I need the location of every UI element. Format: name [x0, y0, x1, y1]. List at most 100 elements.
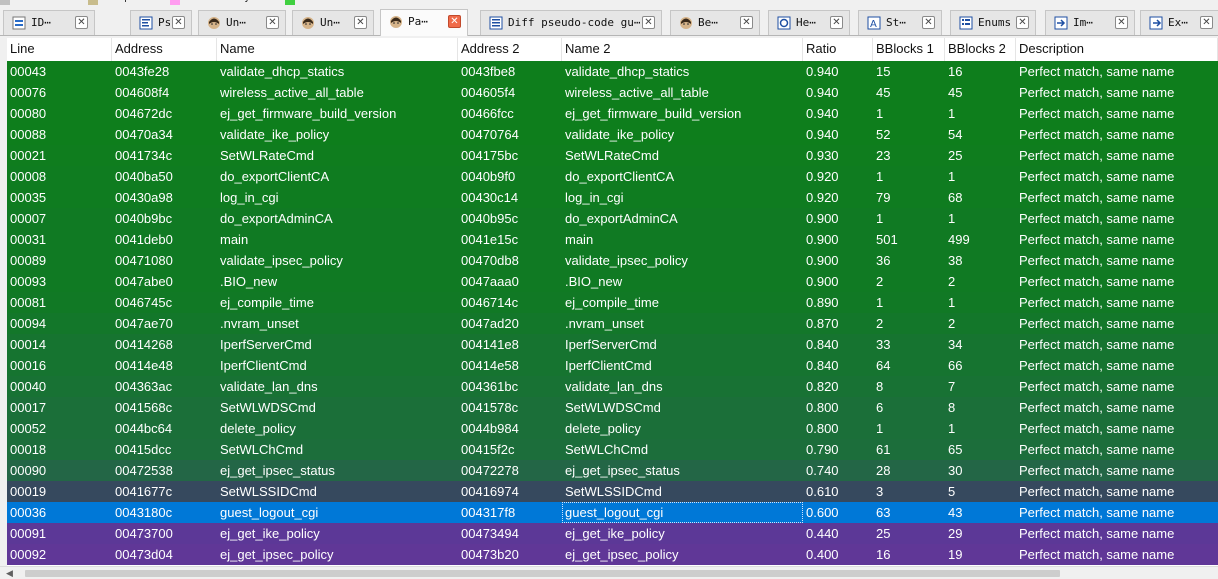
column-header-bblocks-1[interactable]: BBlocks 1	[873, 38, 945, 61]
cell-bblocks-2: 499	[948, 232, 970, 247]
cell-bblocks-2: 7	[948, 379, 956, 394]
cell-line: 00035	[10, 190, 47, 205]
close-icon[interactable]: ✕	[266, 16, 279, 29]
cell-name: validate_lan_dns	[220, 379, 318, 394]
cell-description: Perfect match, same name	[1019, 253, 1175, 268]
cell-name-2: SetWLRateCmd	[565, 148, 659, 163]
tab-4[interactable]: Un⋯ ✕	[292, 10, 374, 35]
cell-address: 00473d04	[115, 547, 173, 562]
close-icon[interactable]: ✕	[1200, 16, 1213, 29]
cell-bblocks-2: 16	[948, 64, 963, 79]
column-header-name[interactable]: Name	[217, 38, 458, 61]
close-icon[interactable]: ✕	[922, 16, 935, 29]
cell-ratio: 0.900	[806, 274, 839, 289]
table-row[interactable]: 00088 00470a34 validate_ike_policy 00470764…	[7, 124, 1218, 145]
tab-1[interactable]: ID⋯ ✕	[3, 10, 95, 35]
table-row[interactable]: 00018 00415dcc SetWLChCmd 00415f2c SetWLChCm…	[7, 439, 1218, 460]
close-icon[interactable]: ✕	[740, 16, 753, 29]
table-row[interactable]: 00093 0047abe0 .BIO_new 0047aaa0 .BIO_new 0.9…	[7, 271, 1218, 292]
table-row[interactable]: 00080 004672dc ej_get_firmware_build_versi…	[7, 103, 1218, 124]
tab-11[interactable]: Im⋯ ✕	[1045, 10, 1135, 35]
table-row[interactable]: 00076 004608f4 wireless_active_all_table 00…	[7, 82, 1218, 103]
cell-address: 0041568c	[115, 400, 173, 415]
table-row[interactable]: 00014 00414268 IperfServerCmd 004141e8 Iperf…	[7, 334, 1218, 355]
cell-bblocks-2: 2	[948, 274, 956, 289]
table-row[interactable]: 00091 00473700 ej_get_ike_policy 00473494 ej…	[7, 523, 1218, 544]
scrollbar-thumb[interactable]	[25, 570, 1060, 577]
cell-bblocks-2: 38	[948, 253, 963, 268]
table-row[interactable]: 00040 004363ac validate_lan_dns 004361bc val…	[7, 376, 1218, 397]
cell-address-2: 00466fcc	[461, 106, 514, 121]
table-row[interactable]: 00092 00473d04 ej_get_ipsec_policy 00473b20…	[7, 544, 1218, 565]
table-row[interactable]: 00089 00471080 validate_ipsec_policy 00470d…	[7, 250, 1218, 271]
column-header-description[interactable]: Description	[1016, 38, 1218, 61]
cell-address: 00430a98	[115, 190, 173, 205]
close-icon[interactable]: ✕	[172, 16, 185, 29]
table-row[interactable]: 00008 0040ba50 do_exportClientCA 0040b9f0 do…	[7, 166, 1218, 187]
tab-9[interactable]: A St⋯ ✕	[858, 10, 942, 35]
tab-10[interactable]: Enums ✕	[950, 10, 1036, 35]
cell-address-2: 0041e15c	[461, 232, 519, 247]
cell-name-2: ej_compile_time	[565, 295, 659, 310]
legend-label: External symbol	[184, 0, 274, 3]
table-row[interactable]: 00016 00414e48 IperfClientCmd 00414e58 Iperf…	[7, 355, 1218, 376]
cell-name-2: main	[565, 232, 594, 247]
column-header-line[interactable]: Line	[7, 38, 112, 61]
cell-bblocks-1: 2	[876, 316, 884, 331]
column-header-name-2[interactable]: Name 2	[562, 38, 803, 61]
column-header-bblocks-2[interactable]: BBlocks 2	[945, 38, 1016, 61]
close-icon[interactable]: ✕	[642, 16, 655, 29]
column-header-address-2[interactable]: Address 2	[458, 38, 562, 61]
tab-12[interactable]: Ex⋯ ✕	[1140, 10, 1218, 35]
tab-label: St⋯	[886, 16, 906, 29]
table-row[interactable]: 00035 00430a98 log_in_cgi 00430c14 log_in_cg…	[7, 187, 1218, 208]
table-row[interactable]: 00019 0041677c SetWLSSIDCmd 00416974 SetWLSS…	[7, 481, 1218, 502]
cell-description: Perfect match, same name	[1019, 463, 1175, 478]
cell-address-2: 004175bc	[461, 148, 519, 163]
cell-bblocks-2: 54	[948, 127, 963, 142]
cell-name: SetWLSSIDCmd	[220, 484, 317, 499]
column-header-address[interactable]: Address	[112, 38, 217, 61]
horizontal-scrollbar[interactable]: ◀	[0, 566, 1218, 578]
tab-7[interactable]: Be⋯ ✕	[670, 10, 760, 35]
table-row[interactable]: 00052 0044bc64 delete_policy 0044b984 delete…	[7, 418, 1218, 439]
table-row[interactable]: 00081 0046745c ej_compile_time 0046714c ej_c…	[7, 292, 1218, 313]
tab-6[interactable]: Diff pseudo-code gu⋯ ✕	[480, 10, 662, 35]
close-icon[interactable]: ✕	[830, 16, 843, 29]
tab-2[interactable]: Ps⋯✕	[130, 10, 192, 35]
table-row[interactable]: 00094 0047ae70 .nvram_unset 0047ad20 .nvram_…	[7, 313, 1218, 334]
close-icon[interactable]: ✕	[448, 15, 461, 28]
cell-ratio: 0.940	[806, 106, 839, 121]
cell-name-2: ej_get_ipsec_policy	[565, 547, 679, 562]
close-icon[interactable]: ✕	[1016, 16, 1029, 29]
tab-5[interactable]: Pa⋯ ✕	[380, 9, 468, 36]
scroll-left-arrow-icon[interactable]: ◀	[6, 568, 13, 579]
column-header-ratio[interactable]: Ratio	[803, 38, 873, 61]
close-icon[interactable]: ✕	[354, 16, 367, 29]
cell-bblocks-2: 65	[948, 442, 963, 457]
close-icon[interactable]: ✕	[75, 16, 88, 29]
cell-name: main	[220, 232, 249, 247]
cell-name: SetWLChCmd	[220, 442, 304, 457]
selected-table-row[interactable]: 00036 0043180c guest_logout_cgi 004317f8 gue…	[7, 502, 1218, 523]
close-icon[interactable]: ✕	[1115, 16, 1128, 29]
cell-ratio: 0.800	[806, 400, 839, 415]
tab-label: Un⋯	[226, 16, 246, 29]
cell-bblocks-2: 30	[948, 463, 963, 478]
table-row[interactable]: 00043 0043fe28 validate_dhcp_statics 0043fb…	[7, 61, 1218, 82]
table-row[interactable]: 00031 0041deb0 main 0041e15c main 0.900 501 499…	[7, 229, 1218, 250]
tab-3[interactable]: Un⋯ ✕	[198, 10, 286, 35]
cell-address: 0046745c	[115, 295, 173, 310]
table-row[interactable]: 00007 0040b9bc do_exportAdminCA 0040b95c do_…	[7, 208, 1218, 229]
cell-bblocks-2: 1	[948, 211, 956, 226]
partial-matches-table[interactable]: Line Address Name Address 2 Name 2 Ratio BBloc…	[7, 38, 1218, 566]
table-row[interactable]: 00021 0041734c SetWLRateCmd 004175bc SetWLRa…	[7, 145, 1218, 166]
cell-name-2: .BIO_new	[565, 274, 623, 289]
cell-address-2: 0040b95c	[461, 211, 519, 226]
cell-line: 00019	[10, 484, 47, 499]
table-row[interactable]: 00090 00472538 ej_get_ipsec_status 00472278…	[7, 460, 1218, 481]
table-row[interactable]: 00017 0041568c SetWLWDSCmd 0041578c SetWLWDS…	[7, 397, 1218, 418]
cell-ratio: 0.900	[806, 211, 839, 226]
cell-bblocks-1: 25	[876, 526, 891, 541]
tab-8[interactable]: He⋯ ✕	[768, 10, 850, 35]
